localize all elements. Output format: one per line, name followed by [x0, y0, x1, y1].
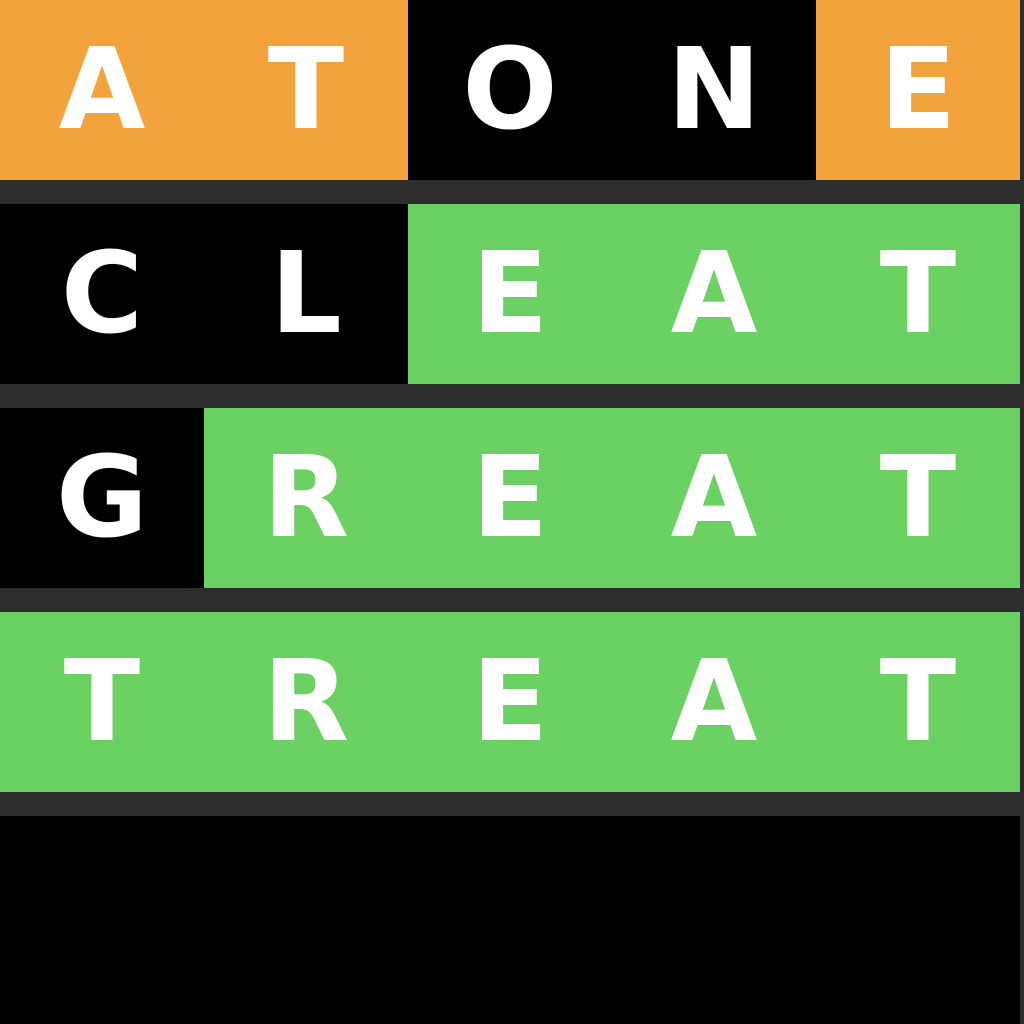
tile-row4-col2: R [204, 612, 408, 792]
tile-letter: R [262, 433, 350, 563]
tile-letter: T [879, 229, 957, 359]
tile-row4-col4: A [612, 612, 816, 792]
guess-row-1: ATONE [0, 0, 1020, 180]
tile-row2-col4: A [612, 204, 816, 384]
tile-letter: C [60, 229, 144, 359]
tile-row2-col2: L [204, 204, 408, 384]
empty-row-area [0, 816, 1020, 1024]
tile-row3-col3: E [408, 408, 612, 588]
tile-letter: A [670, 637, 758, 767]
row-separator [0, 588, 1020, 612]
row-separator [0, 792, 1020, 816]
tile-row3-col2: R [204, 408, 408, 588]
tile-row1-col2: T [204, 0, 408, 180]
tile-letter: L [270, 229, 342, 359]
tile-row2-col5: T [816, 204, 1020, 384]
tile-letter: O [462, 25, 558, 155]
tile-row1-col1: A [0, 0, 204, 180]
tile-row1-col4: N [612, 0, 816, 180]
tile-letter: A [670, 229, 758, 359]
tile-letter: T [879, 433, 957, 563]
tile-row4-col3: E [408, 612, 612, 792]
tile-row2-col3: E [408, 204, 612, 384]
guess-row-3: GREAT [0, 408, 1020, 588]
tile-letter: A [670, 433, 758, 563]
row-separator [0, 384, 1020, 408]
tile-letter: T [267, 25, 345, 155]
tile-letter: T [63, 637, 141, 767]
tile-letter: R [262, 637, 350, 767]
tile-letter: E [471, 637, 549, 767]
game-board: ATONECLEATGREATTREAT [0, 0, 1020, 1024]
tile-row3-col1: G [0, 408, 204, 588]
tile-letter: E [471, 433, 549, 563]
guess-row-2: CLEAT [0, 204, 1020, 384]
tile-letter: N [667, 25, 761, 155]
row-separator [0, 180, 1020, 204]
tile-row4-col5: T [816, 612, 1020, 792]
tile-letter: G [56, 433, 148, 563]
tile-row3-col4: A [612, 408, 816, 588]
tile-row1-col5: E [816, 0, 1020, 180]
board-right-edge [1020, 0, 1024, 1024]
guess-row-4: TREAT [0, 612, 1020, 792]
tile-row3-col5: T [816, 408, 1020, 588]
tile-row1-col3: O [408, 0, 612, 180]
tile-row4-col1: T [0, 612, 204, 792]
tile-letter: T [879, 637, 957, 767]
tile-row2-col1: C [0, 204, 204, 384]
tile-letter: A [58, 25, 146, 155]
tile-letter: E [879, 25, 957, 155]
tile-letter: E [471, 229, 549, 359]
